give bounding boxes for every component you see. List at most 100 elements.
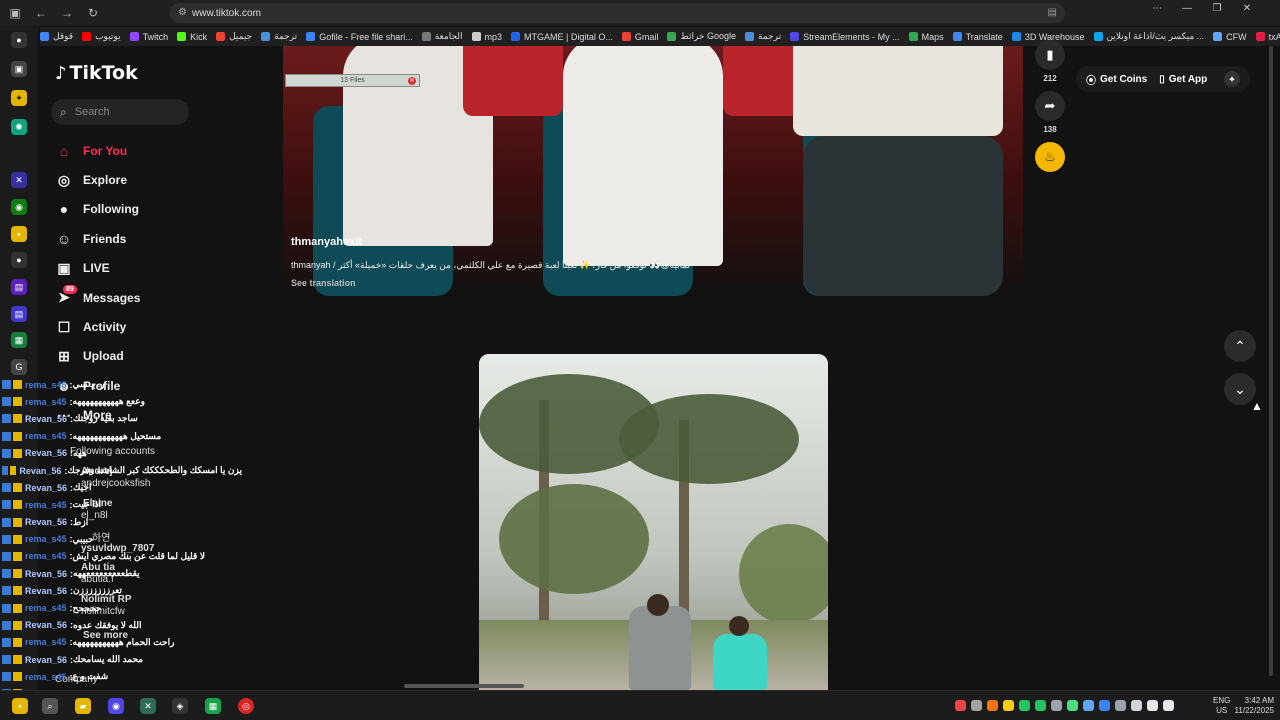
sidebar-item-following[interactable]: ● Following <box>55 195 205 224</box>
vertical-scrollbar[interactable] <box>1269 46 1273 676</box>
search-icon: ⌕ <box>60 104 67 119</box>
forward-icon[interactable]: → <box>56 2 78 24</box>
bookmark-item[interactable]: Kick <box>177 32 207 42</box>
site-info-icon[interactable]: ⚙ <box>178 7 187 18</box>
bookmark-item[interactable]: قوقل <box>40 31 73 42</box>
chrome-icon[interactable]: ◎ <box>238 698 254 714</box>
excel-icon[interactable]: ✕ <box>140 698 156 714</box>
sidebar-item-explore[interactable]: ◎ Explore <box>55 165 205 194</box>
chat-text: ر. يـ سي <box>72 379 105 390</box>
user-badge-icon <box>13 397 22 407</box>
previous-video-button[interactable]: ⌃ <box>1224 330 1256 362</box>
bookmark-item[interactable]: Twitch <box>129 32 168 42</box>
tray-icon[interactable] <box>955 700 966 711</box>
sidebar-item-live[interactable]: ▣ LIVE <box>55 254 205 283</box>
tiktok-logo[interactable]: ♪ TikTok <box>55 62 138 84</box>
app-icon[interactable]: ◈ <box>172 698 188 714</box>
folder-icon[interactable]: ▪ <box>11 226 27 242</box>
video-author[interactable]: thmanyahexit <box>291 236 362 248</box>
bookmark-item[interactable]: الجامعة <box>421 31 463 42</box>
sidebar-item-for-you[interactable]: ⌂ For You <box>55 136 205 165</box>
extension-icon[interactable]: ✕ <box>11 172 27 188</box>
bookmark-item[interactable]: CFW <box>1213 32 1247 42</box>
chat-text: اجيك <box>73 482 92 493</box>
sheets-icon[interactable]: ▦ <box>11 332 27 348</box>
bookmark-icon[interactable]: ▮ <box>1035 40 1065 70</box>
sidebar-toggle-icon[interactable]: ▣ <box>4 2 26 24</box>
github-icon[interactable]: ● <box>11 32 27 48</box>
see-translation-link[interactable]: See translation <box>291 278 356 288</box>
language-indicator[interactable]: ENG US <box>1213 696 1230 716</box>
reload-icon[interactable]: ↻ <box>82 2 104 24</box>
maximize-icon[interactable]: ❐ <box>1202 3 1232 14</box>
horizontal-scrollbar[interactable] <box>404 684 524 688</box>
account-icon[interactable]: ✦ <box>1224 71 1240 87</box>
gold-flame-icon[interactable]: ♨ <box>1035 142 1065 172</box>
tray-icon[interactable] <box>1035 700 1046 711</box>
chat-text: ازط <box>73 516 89 527</box>
sidebar-item-activity[interactable]: ☐ Activity <box>55 312 205 341</box>
tray-icon[interactable] <box>1019 700 1030 711</box>
chat-username: Revan_56 <box>25 568 68 579</box>
video-player-1[interactable]: 13 Files ✕ thmanyahexit ثمانية@👀 توقعوا … <box>283 46 1023 299</box>
user-badge-icon <box>13 414 22 424</box>
bookmark-item[interactable]: Translate <box>952 32 1003 42</box>
bookmark-item[interactable]: يوتيوب <box>82 31 121 42</box>
bluetooth-icon[interactable] <box>1099 700 1110 711</box>
bookmark-item[interactable]: خرائط Google <box>667 31 736 42</box>
wifi-icon[interactable] <box>1147 700 1158 711</box>
bookmark-item[interactable]: Gofile - Free file shari... <box>306 32 413 42</box>
tray-icon[interactable] <box>1051 700 1062 711</box>
tray-icon[interactable] <box>1083 700 1094 711</box>
bookmark-item[interactable]: MTGAME | Digital O... <box>511 32 613 42</box>
volume-icon[interactable] <box>1163 700 1174 711</box>
chatgpt-icon[interactable]: ✺ <box>11 119 27 135</box>
widgets-icon[interactable]: ▪ <box>12 698 28 714</box>
back-icon[interactable]: ← <box>30 2 52 24</box>
sidebar-item-label: Friends <box>83 231 127 246</box>
tray-icon[interactable] <box>1067 700 1078 711</box>
search-input[interactable]: ⌕ Search <box>51 99 189 125</box>
discord-icon[interactable]: ◉ <box>108 698 124 714</box>
bookmark-item[interactable]: ترجمة <box>745 31 781 42</box>
github-icon[interactable]: ● <box>11 252 27 268</box>
clock[interactable]: 3:42 AM 11/22/2025 <box>1234 696 1274 716</box>
chat-message: Revan_56 : محمد الله يسامحك <box>2 651 242 668</box>
app-icon[interactable]: ▤ <box>11 279 27 295</box>
usb-icon[interactable] <box>1115 700 1126 711</box>
mic-icon[interactable] <box>1131 700 1142 711</box>
close-icon[interactable]: ✕ <box>1232 3 1262 14</box>
sidebar-item-upload[interactable]: ⊞ Upload <box>55 342 205 371</box>
bookmark-item[interactable]: txAdmin <box>1255 32 1280 42</box>
minimize-icon[interactable]: — <box>1172 3 1202 14</box>
get-app-button[interactable]: ▯ Get App <box>1159 74 1207 85</box>
bookmark-item[interactable]: StreamElements - My ... <box>790 32 900 42</box>
sidebar-item-messages[interactable]: ➤ 89 Messages <box>55 283 205 312</box>
close-icon[interactable]: ✕ <box>408 77 416 85</box>
tray-icon[interactable] <box>971 700 982 711</box>
video-player-2[interactable] <box>479 354 828 690</box>
bookmark-item[interactable]: جيميل <box>216 31 252 42</box>
bookmark-item[interactable]: mp3 <box>471 32 502 42</box>
app-icon[interactable]: ▤ <box>11 306 27 322</box>
search-icon[interactable]: ⌕ <box>42 698 58 714</box>
app-icon[interactable]: ▣ <box>11 61 27 77</box>
share-icon[interactable]: ➦ <box>1035 91 1065 121</box>
bookmark-item[interactable]: ميكسر بث/اذاعة اونلاين ... <box>1093 31 1204 42</box>
address-bar[interactable]: ⚙ www.tiktok.com ▤ <box>170 3 1065 23</box>
file-explorer-icon[interactable]: ▰ <box>75 698 91 714</box>
tab-search-icon[interactable]: ▤ <box>1048 7 1057 18</box>
tray-icon[interactable] <box>987 700 998 711</box>
tray-icon[interactable] <box>1003 700 1014 711</box>
store-icon[interactable]: ▦ <box>205 698 221 714</box>
bookmark-item[interactable]: ترجمة <box>261 31 297 42</box>
get-coins-button[interactable]: ⦿ Get Coins <box>1086 72 1147 87</box>
bookmark-item[interactable]: Gmail <box>621 32 658 42</box>
chat-username: rema_s45 <box>25 499 67 510</box>
sidebar-item-friends[interactable]: ☺ Friends <box>55 224 205 253</box>
bookmark-item[interactable]: Maps <box>908 32 944 42</box>
bulb-icon[interactable]: ✦ <box>11 90 27 106</box>
xbox-icon[interactable]: ◉ <box>11 199 27 215</box>
google-icon[interactable]: G <box>11 359 27 375</box>
more-menu-icon[interactable]: ⋯ <box>1142 3 1172 14</box>
